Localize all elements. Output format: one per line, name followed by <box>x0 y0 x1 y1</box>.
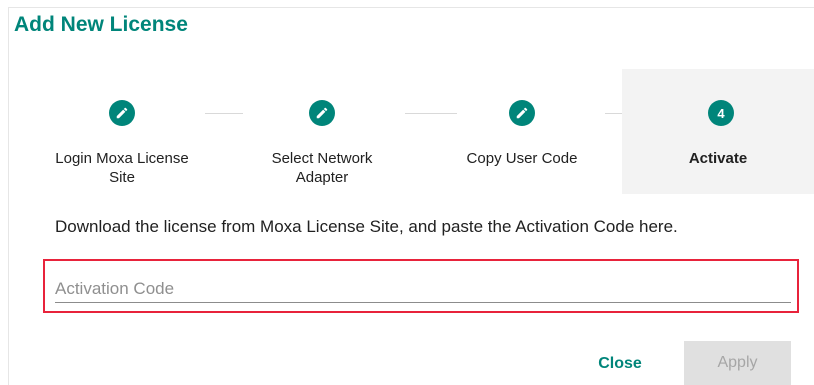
step-login-moxa-license-site: Login Moxa License Site <box>22 69 222 194</box>
step-4-indicator: 4 <box>708 100 734 126</box>
step-select-network-adapter: Select Network Adapter <box>222 69 422 194</box>
step-3-label: Copy User Code <box>466 150 578 167</box>
step-copy-user-code: Copy User Code <box>422 69 622 194</box>
activation-code-input[interactable] <box>55 267 791 303</box>
instruction-text: Download the license from Moxa License S… <box>55 217 678 236</box>
dialog-title: Add New License <box>14 13 188 36</box>
stepper: Login Moxa License Site Select Network A… <box>22 69 814 194</box>
step-activate: 4 Activate <box>622 69 814 194</box>
dialog-border-left <box>8 7 9 385</box>
apply-button[interactable]: Apply <box>684 341 791 385</box>
step-1-label: Login Moxa License Site <box>55 150 189 186</box>
pencil-icon <box>315 106 329 120</box>
step-3-indicator <box>509 100 535 126</box>
step-2-label: Select Network Adapter <box>271 150 373 186</box>
activation-code-field-highlight <box>43 259 799 313</box>
pencil-icon <box>515 106 529 120</box>
pencil-icon <box>115 106 129 120</box>
input-underline <box>55 302 791 303</box>
step-4-label: Activate <box>688 150 748 167</box>
add-license-dialog: Add New License Login Moxa License Site <box>0 0 814 385</box>
step-1-indicator <box>109 100 135 126</box>
step-2-indicator <box>309 100 335 126</box>
close-button[interactable]: Close <box>584 343 656 385</box>
dialog-border-top <box>8 7 814 8</box>
